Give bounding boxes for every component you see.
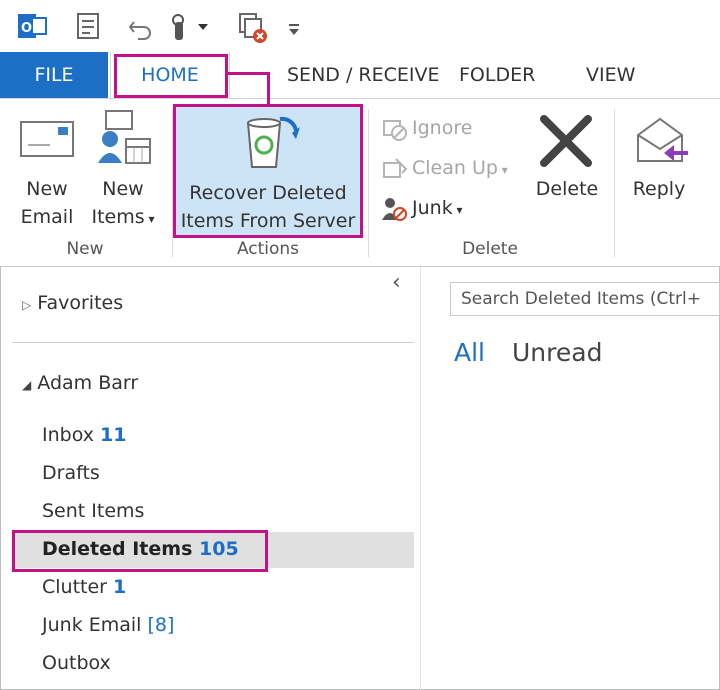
unread-count: 11 xyxy=(100,424,127,446)
folder-outbox[interactable]: Outbox xyxy=(42,652,111,674)
quick-access-toolbar: O xyxy=(0,0,720,52)
expand-arrow-icon: ▷ xyxy=(22,298,32,312)
filter-unread[interactable]: Unread xyxy=(512,338,602,367)
tab-send-receive[interactable]: SEND / RECEIVE xyxy=(287,52,439,98)
delete-button[interactable]: Delete xyxy=(530,175,604,203)
collapse-arrow-icon: ◢ xyxy=(22,378,32,392)
new-items-label-line2: Items xyxy=(91,206,145,228)
touch-mode-icon[interactable] xyxy=(168,12,210,46)
collapse-pane-icon[interactable]: ‹ xyxy=(392,270,401,295)
home-tab-highlight xyxy=(114,54,228,98)
favorites-label: Favorites xyxy=(37,292,124,314)
junk-button[interactable]: Junk ▾ xyxy=(382,193,463,223)
highlight-connector xyxy=(226,72,270,75)
ribbon-tab-bar: FILE HOME SEND / RECEIVE FOLDER VIEW xyxy=(0,52,720,98)
folder-drafts[interactable]: Drafts xyxy=(42,462,100,484)
favorites-section[interactable]: ▷ Favorites xyxy=(22,292,123,314)
customize-qat-icon[interactable] xyxy=(286,12,302,46)
dropdown-arrow-icon: ▾ xyxy=(144,212,155,226)
new-email-label-line2: Email xyxy=(20,206,74,228)
ignore-icon xyxy=(382,113,412,143)
junk-label: Junk xyxy=(412,197,453,219)
folder-name: Clutter xyxy=(42,576,107,598)
item-count: [8] xyxy=(147,614,175,636)
folder-clutter[interactable]: Clutter 1 xyxy=(42,576,126,598)
new-email-icon[interactable] xyxy=(20,121,74,161)
folder-name: Outbox xyxy=(42,652,111,674)
section-divider xyxy=(12,342,414,343)
ignore-label: Ignore xyxy=(412,117,473,139)
group-label-delete: Delete xyxy=(462,239,518,259)
clean-up-button[interactable]: Clean Up ▾ xyxy=(382,153,508,183)
dropdown-arrow-icon: ▾ xyxy=(452,203,463,217)
group-label-new: New xyxy=(66,239,104,259)
svg-text:O: O xyxy=(21,21,32,36)
new-items-label-line1: New xyxy=(102,178,144,200)
unread-count: 1 xyxy=(113,576,127,598)
filter-all[interactable]: All xyxy=(454,338,485,367)
group-separator xyxy=(614,109,615,257)
search-input[interactable]: Search Deleted Items (Ctrl+ xyxy=(450,282,720,316)
deleted-items-highlight xyxy=(12,530,268,572)
folder-name: Sent Items xyxy=(42,500,145,522)
folder-sent-items[interactable]: Sent Items xyxy=(42,500,144,522)
account-adam-barr[interactable]: ◢ Adam Barr xyxy=(22,372,138,394)
junk-icon xyxy=(382,193,412,223)
dropdown-arrow-icon: ▾ xyxy=(497,163,508,177)
new-items-icon[interactable] xyxy=(96,109,152,171)
folder-name: Junk Email xyxy=(42,614,142,636)
highlight-connector xyxy=(267,72,270,106)
recover-button-highlight xyxy=(173,104,363,238)
group-label-actions: Actions xyxy=(236,239,300,259)
send-receive-all-icon[interactable] xyxy=(76,12,104,46)
undo-icon[interactable] xyxy=(128,12,154,46)
new-email-button[interactable]: New Email xyxy=(14,175,80,231)
new-email-label-line1: New xyxy=(26,178,68,200)
delete-all-icon[interactable] xyxy=(238,12,268,48)
new-items-button[interactable]: New Items ▾ xyxy=(86,175,160,233)
delete-x-icon[interactable] xyxy=(538,113,594,173)
tab-folder[interactable]: FOLDER xyxy=(459,52,535,98)
tab-file[interactable]: FILE xyxy=(0,52,108,98)
folder-junk-email[interactable]: Junk Email [8] xyxy=(42,614,174,636)
folder-name: Drafts xyxy=(42,462,100,484)
pane-divider xyxy=(420,267,421,690)
account-name: Adam Barr xyxy=(37,372,139,394)
folder-inbox[interactable]: Inbox 11 xyxy=(42,424,127,446)
tab-view[interactable]: VIEW xyxy=(586,52,635,98)
clean-up-label: Clean Up xyxy=(412,157,498,179)
ignore-button[interactable]: Ignore xyxy=(382,113,472,143)
reply-button[interactable]: Reply xyxy=(624,175,694,203)
outlook-app-icon[interactable]: O xyxy=(18,12,48,46)
reply-icon[interactable] xyxy=(634,115,690,171)
clean-up-icon xyxy=(382,153,412,183)
group-separator xyxy=(368,109,369,257)
folder-name: Inbox xyxy=(42,424,94,446)
